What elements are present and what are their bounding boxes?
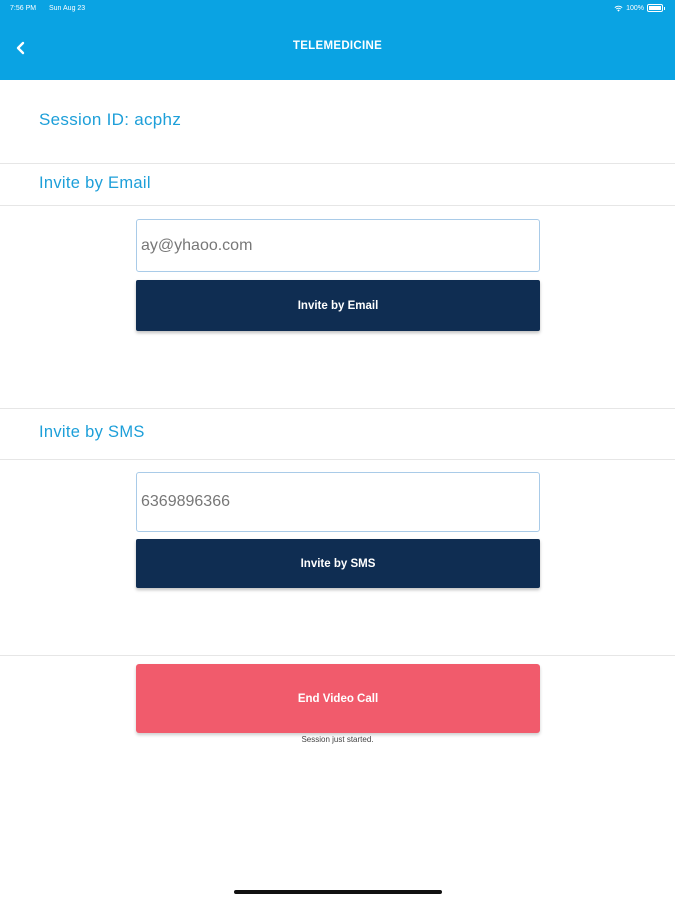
home-indicator[interactable] (234, 890, 442, 894)
divider (0, 408, 675, 409)
invite-by-email-button[interactable]: Invite by Email (136, 280, 540, 331)
phone-field[interactable] (136, 472, 540, 532)
session-status-text: Session just started. (301, 735, 374, 744)
status-bar: 7:56 PM Sun Aug 23 100% (0, 0, 675, 18)
divider (0, 459, 675, 460)
email-field[interactable] (136, 219, 540, 272)
session-id-label: Session ID: acphz (39, 110, 182, 129)
divider (0, 163, 675, 164)
battery-icon (647, 4, 665, 12)
divider (0, 205, 675, 206)
divider (0, 655, 675, 656)
status-indicators: 100% (614, 4, 665, 12)
email-section-title: Invite by Email (39, 174, 151, 192)
app-header: 7:56 PM Sun Aug 23 100% TELEMEDICINE (0, 0, 675, 80)
status-date: Sun Aug 23 (49, 5, 86, 12)
status-time: 7:56 PM (10, 5, 37, 12)
invite-by-sms-button[interactable]: Invite by SMS (136, 539, 540, 588)
end-video-call-button[interactable]: End Video Call (136, 664, 540, 733)
page-title: TELEMEDICINE (292, 40, 383, 52)
sms-section-title: Invite by SMS (39, 423, 145, 441)
battery-percent: 100% (626, 4, 644, 12)
wifi-icon (614, 5, 623, 12)
